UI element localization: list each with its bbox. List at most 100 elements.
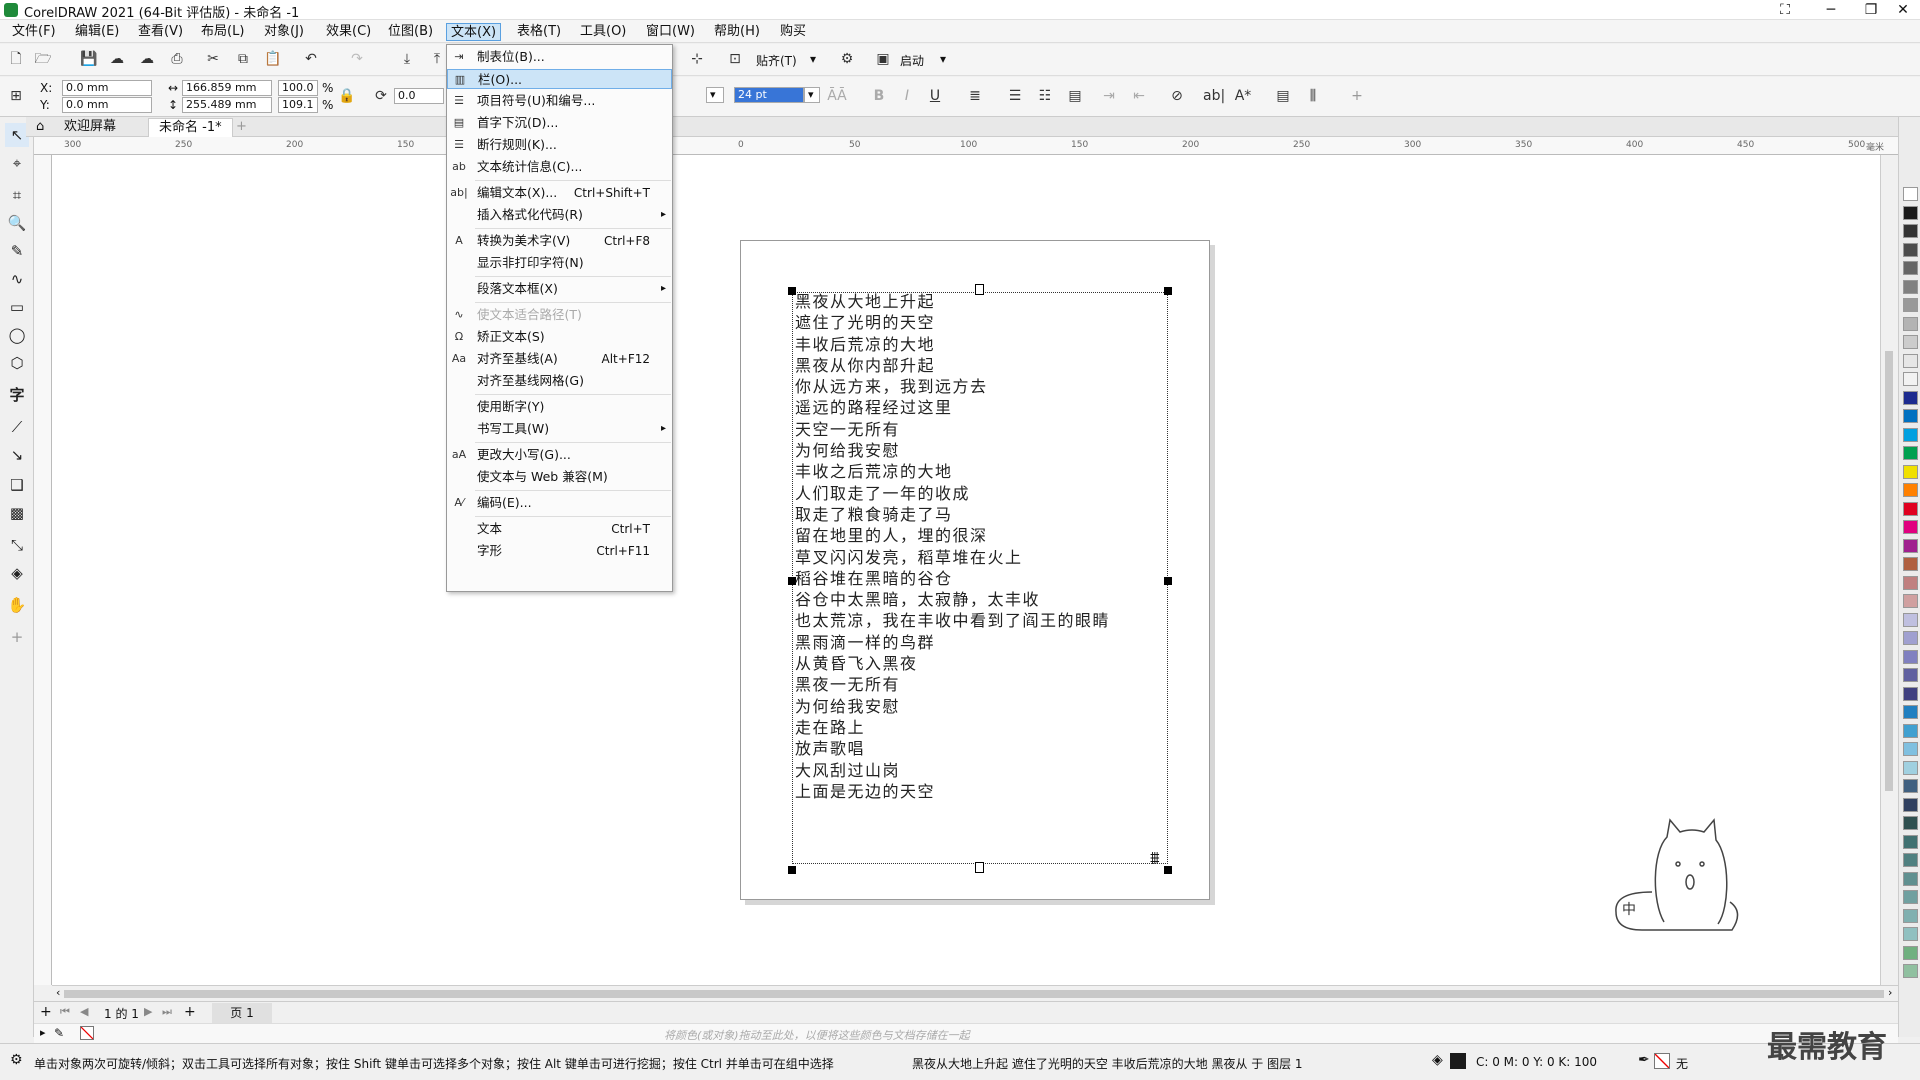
- next-page-icon[interactable]: ▶: [144, 1005, 152, 1018]
- menu-item[interactable]: 书写工具(W) ▸: [447, 419, 672, 439]
- color-swatch[interactable]: [1903, 205, 1918, 220]
- bullet-list-icon[interactable]: ☰: [1004, 85, 1026, 107]
- fullscreen-preview-icon[interactable]: ⊡: [724, 48, 746, 70]
- text-tool-icon[interactable]: 字: [5, 383, 29, 407]
- menu-item[interactable]: ▤ 首字下沉(D)...: [447, 113, 672, 133]
- copy-icon[interactable]: ⧉: [232, 48, 254, 70]
- color-swatch[interactable]: [1903, 834, 1918, 849]
- color-swatch[interactable]: [1903, 723, 1918, 738]
- scale-x-field[interactable]: 100.0: [278, 80, 318, 96]
- save-icon[interactable]: 💾: [78, 48, 100, 70]
- color-swatch[interactable]: [1903, 335, 1918, 349]
- zoom-tool-icon[interactable]: 🔍: [5, 211, 29, 235]
- new-tab-icon[interactable]: +: [226, 118, 257, 137]
- menu-item[interactable]: 插入格式化代码(R) ▸: [447, 205, 672, 225]
- color-swatch[interactable]: [1903, 224, 1918, 238]
- chevron-down-icon[interactable]: ▾: [810, 52, 816, 66]
- cloud-upload-icon[interactable]: ☁: [136, 48, 158, 70]
- underline-icon[interactable]: U: [924, 85, 946, 107]
- snap-to-dropdown[interactable]: 贴齐(T): [756, 52, 797, 69]
- vertical-ruler[interactable]: [34, 155, 52, 985]
- x-position-field[interactable]: 0.0 mm: [62, 80, 152, 96]
- cloud-download-icon[interactable]: ☁: [106, 48, 128, 70]
- rotation-angle-field[interactable]: 0.0: [394, 88, 444, 104]
- increase-indent-icon[interactable]: ⇥: [1098, 85, 1120, 107]
- color-swatch[interactable]: [1903, 612, 1918, 627]
- rectangle-tool-icon[interactable]: ▭: [5, 295, 29, 319]
- tab-document[interactable]: 未命名 -1*: [148, 118, 233, 137]
- menu-item[interactable]: 对齐至基线网格(G): [447, 371, 672, 391]
- transparency-tool-icon[interactable]: ▩: [5, 501, 29, 525]
- cut-icon[interactable]: ✂: [202, 48, 224, 70]
- scroll-right-icon[interactable]: ›: [1888, 986, 1892, 999]
- selection-handle[interactable]: [1164, 577, 1172, 585]
- page-tab[interactable]: 页 1: [212, 1003, 272, 1023]
- color-swatch[interactable]: [1903, 575, 1918, 590]
- menu-item[interactable]: ab 文本统计信息(C)...: [447, 157, 672, 177]
- lock-ratio-icon[interactable]: 🔒: [336, 85, 358, 107]
- decrease-indent-icon[interactable]: ⇤: [1128, 85, 1150, 107]
- vertical-scrollbar[interactable]: [1880, 155, 1898, 985]
- color-swatch[interactable]: [1903, 871, 1918, 886]
- menu-item[interactable]: aA 更改大小写(G)...: [447, 445, 672, 465]
- color-swatch[interactable]: [1903, 686, 1918, 701]
- font-size-dropdown-arrow[interactable]: ▾: [804, 87, 820, 103]
- tab-welcome[interactable]: 欢迎屏幕: [54, 118, 126, 137]
- menu-item[interactable]: 使文本与 Web 兼容(M): [447, 467, 672, 487]
- color-swatch[interactable]: [1903, 742, 1918, 756]
- menu-bitmaps[interactable]: 位图(B): [384, 23, 437, 41]
- color-swatch[interactable]: [1903, 557, 1918, 571]
- y-position-field[interactable]: 0.0 mm: [62, 97, 152, 113]
- color-swatch[interactable]: [1903, 890, 1918, 904]
- menu-object[interactable]: 对象(J): [260, 23, 308, 41]
- scroll-left-icon[interactable]: ‹: [56, 986, 60, 999]
- menu-item[interactable]: 文本 Ctrl+T: [447, 519, 672, 539]
- color-swatch[interactable]: [1903, 446, 1918, 460]
- outline-pen-icon[interactable]: ✒: [1638, 1052, 1650, 1068]
- color-swatch[interactable]: [1903, 668, 1918, 682]
- text-flow-icon[interactable]: ⩩: [1150, 848, 1160, 869]
- gear-icon[interactable]: ⚙: [10, 1052, 23, 1068]
- menu-tools[interactable]: 工具(O): [576, 23, 630, 41]
- color-swatch[interactable]: [1903, 353, 1918, 368]
- text-layout-icon[interactable]: A*: [1232, 85, 1254, 107]
- color-swatch[interactable]: [1903, 316, 1918, 331]
- width-field[interactable]: 166.859 mm: [182, 80, 272, 96]
- close-button[interactable]: ✕: [1880, 0, 1920, 20]
- first-page-icon[interactable]: ⏮: [60, 1005, 70, 1019]
- options-gear-icon[interactable]: ⚙: [836, 48, 858, 70]
- color-swatch[interactable]: [1903, 187, 1918, 201]
- menu-item[interactable]: ∿ 使文本适合路径(T): [447, 305, 672, 325]
- no-color-swatch[interactable]: [80, 1026, 94, 1040]
- polygon-tool-icon[interactable]: ⬡: [5, 351, 29, 375]
- selection-handle[interactable]: [788, 866, 796, 874]
- menu-item[interactable]: 使用断字(Y): [447, 397, 672, 417]
- menu-item[interactable]: ☰ 项目符号(U)和编号...: [447, 91, 672, 111]
- parallel-dimension-icon[interactable]: ⟋: [5, 415, 29, 439]
- color-swatch[interactable]: [1903, 631, 1918, 645]
- paste-icon[interactable]: 📋: [262, 48, 284, 70]
- color-swatch[interactable]: [1903, 261, 1918, 275]
- export-icon[interactable]: ⤒: [426, 48, 448, 70]
- color-swatch[interactable]: [1903, 705, 1918, 719]
- chevron-down-icon[interactable]: ▾: [940, 52, 946, 66]
- menu-layout[interactable]: 布局(L): [197, 23, 248, 41]
- smart-fill-icon[interactable]: ✋: [5, 593, 29, 617]
- font-size-field[interactable]: 24 pt: [734, 87, 804, 103]
- height-field[interactable]: 255.489 mm: [182, 97, 272, 113]
- color-swatch[interactable]: [1903, 779, 1918, 793]
- object-properties-icon[interactable]: ⊘: [1166, 85, 1188, 107]
- color-swatch[interactable]: [1903, 372, 1918, 386]
- scale-y-field[interactable]: 109.1: [278, 97, 318, 113]
- color-swatch[interactable]: [1903, 501, 1918, 516]
- color-swatch[interactable]: [1903, 242, 1918, 257]
- text-align-icon[interactable]: ≣: [964, 85, 986, 107]
- color-swatch[interactable]: [1903, 797, 1918, 812]
- text-frame-bottom-tab[interactable]: [975, 862, 984, 873]
- menu-window[interactable]: 窗口(W): [642, 23, 699, 41]
- outline-none-swatch[interactable]: [1654, 1053, 1670, 1069]
- add-page-icon[interactable]: +: [40, 1004, 52, 1020]
- drop-shadow-icon[interactable]: ❑: [5, 473, 29, 497]
- import-icon[interactable]: ⤓: [396, 48, 418, 70]
- numbered-list-icon[interactable]: ☷: [1034, 85, 1056, 107]
